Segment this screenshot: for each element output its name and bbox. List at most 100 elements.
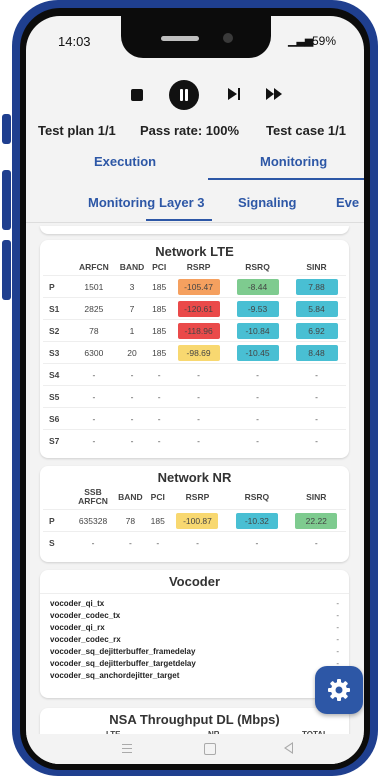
table-cell: -: [287, 385, 346, 408]
subtab-layer3[interactable]: Layer 3: [159, 195, 205, 210]
table-cell: -: [169, 385, 229, 408]
subtab-indicator: [146, 219, 212, 221]
tab-monitoring[interactable]: Monitoring: [260, 154, 327, 169]
vocoder-value: -: [336, 647, 339, 656]
row-label: P: [43, 509, 73, 532]
row-label: S: [43, 531, 73, 553]
table-cell: 185: [149, 319, 170, 342]
table-cell: -: [169, 363, 229, 386]
monitoring-content[interactable]: Network LTE ARFCN BAND PCI RSRP RSRQ SINR P 15…: [26, 226, 364, 764]
row-label: S5: [43, 385, 73, 408]
playback-controls: [26, 78, 364, 114]
vocoder-title: Vocoder: [40, 574, 349, 594]
fast-forward-button[interactable]: [266, 88, 284, 102]
vocoder-row: vocoder_qi_tx -: [50, 598, 339, 610]
vocoder-row: vocoder_codec_tx -: [50, 610, 339, 622]
vocoder-label: vocoder_qi_rx: [50, 623, 105, 632]
main-tabs: Execution Monitoring: [26, 138, 364, 182]
metric-value: -9.53: [236, 300, 279, 317]
table-row: P 635328 78 185 -100.87 -10.32 22.22: [43, 509, 346, 532]
subtab-events[interactable]: Eve: [336, 195, 359, 210]
metric-value: -98.69: [177, 344, 220, 361]
lte-table: ARFCN BAND PCI RSRP RSRQ SINR P 1501 3 185 -105.4…: [43, 259, 346, 451]
metric-cell: -10.84: [228, 319, 287, 342]
recent-apps-button[interactable]: [122, 744, 132, 756]
vocoder-row: vocoder_codec_rx -: [50, 634, 339, 646]
metric-cell: 22.22: [286, 509, 346, 532]
vocoder-value: -: [336, 635, 339, 644]
lte-card: Network LTE ARFCN BAND PCI RSRP RSRQ SINR P 15…: [40, 240, 349, 458]
table-cell: 185: [149, 275, 170, 298]
metric-cell: 6.92: [287, 319, 346, 342]
table-cell: -: [114, 363, 150, 386]
metric-cell: 5.84: [287, 297, 346, 320]
column-header: SINR: [306, 492, 327, 502]
metric-cell: -10.45: [228, 341, 287, 364]
previous-card: [40, 226, 349, 234]
column-header: BAND: [119, 262, 145, 272]
table-row: S1 2825 7 185 -120.61 -9.53 5.84: [43, 297, 346, 320]
column-header: SSB ARFCN: [78, 487, 108, 506]
metric-cell: -100.87: [167, 509, 228, 532]
table-cell: -: [167, 531, 228, 553]
metric-cell: -118.96: [169, 319, 229, 342]
table-cell: -: [73, 363, 115, 386]
table-cell: -: [287, 429, 346, 451]
metric-value: 7.88: [295, 278, 338, 295]
phone-screen: 14:03 ▁▃▅ 59% Test plan 1/1 Pass rate: 1…: [26, 16, 364, 764]
metric-value: -100.87: [176, 512, 219, 529]
skip-next-button[interactable]: [228, 88, 240, 100]
table-cell: 78: [73, 319, 115, 342]
subtab-monitoring[interactable]: Monitoring: [88, 195, 155, 210]
tab-indicator: [208, 178, 364, 180]
home-button[interactable]: [204, 743, 216, 755]
pause-button[interactable]: [169, 80, 199, 110]
status-time: 14:03: [58, 34, 91, 49]
camera-notch: [121, 16, 271, 58]
phone-device: 14:03 ▁▃▅ 59% Test plan 1/1 Pass rate: 1…: [2, 0, 380, 780]
subtab-signaling[interactable]: Signaling: [238, 195, 297, 210]
back-button[interactable]: [284, 742, 293, 754]
vocoder-card: Vocoder vocoder_qi_tx - vocoder_codec_tx - v…: [40, 570, 349, 698]
metric-cell: -98.69: [169, 341, 229, 364]
table-cell: -: [228, 363, 287, 386]
column-header: RSRP: [185, 492, 210, 502]
column-header: RSRQ: [245, 262, 270, 272]
settings-fab[interactable]: [315, 666, 363, 714]
column-header: ARFCN: [79, 262, 109, 272]
side-button: [2, 170, 11, 230]
table-cell: -: [169, 429, 229, 451]
metric-value: -120.61: [177, 300, 220, 317]
table-cell: -: [114, 407, 150, 430]
table-cell: -: [149, 429, 170, 451]
nr-title: Network NR: [157, 470, 232, 485]
vocoder-row: vocoder_qi_rx -: [50, 622, 339, 634]
table-cell: 185: [147, 509, 168, 532]
table-cell: -: [147, 531, 168, 553]
column-header: PCI: [150, 492, 165, 502]
metric-value: -8.44: [236, 278, 279, 295]
metric-cell: 7.88: [287, 275, 346, 298]
stop-button[interactable]: [131, 89, 143, 101]
metric-cell: -8.44: [228, 275, 287, 298]
column-header: RSRQ: [244, 492, 270, 502]
column-header: SINR: [306, 262, 327, 272]
table-cell: 635328: [73, 509, 113, 532]
table-cell: -: [227, 531, 287, 553]
table-cell: -: [73, 407, 115, 430]
column-header: PCI: [152, 262, 167, 272]
table-cell: -: [149, 363, 170, 386]
lte-title: Network LTE: [155, 244, 234, 259]
metric-value: 5.84: [295, 300, 338, 317]
table-cell: 20: [114, 341, 150, 364]
sub-tabs: Monitoring Layer 3 Signaling Eve: [26, 182, 364, 223]
table-cell: -: [73, 531, 113, 553]
side-button: [2, 240, 11, 300]
row-label: P: [43, 275, 73, 298]
test-plan-label: Test plan 1/1: [38, 123, 116, 138]
tab-execution[interactable]: Execution: [94, 154, 156, 169]
metric-value: -10.84: [236, 322, 279, 339]
metric-value: 22.22: [295, 512, 338, 529]
column-header: RSRP: [186, 262, 211, 272]
vocoder-value: -: [336, 611, 339, 620]
